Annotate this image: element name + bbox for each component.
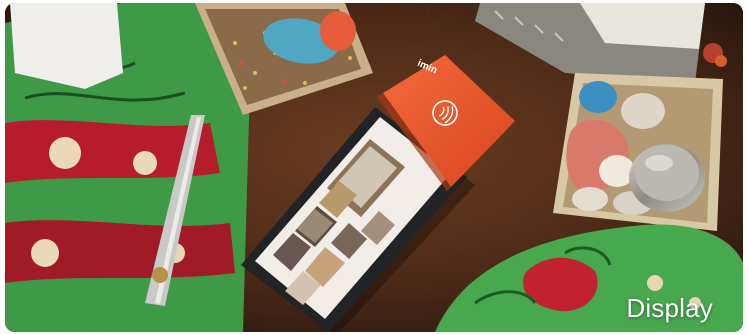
metal-tin bbox=[629, 144, 705, 212]
product-photo bbox=[5, 3, 743, 332]
product-photo-card: imin Display bbox=[5, 3, 743, 332]
stone-box bbox=[553, 73, 723, 231]
caption-label: Display bbox=[626, 293, 713, 323]
